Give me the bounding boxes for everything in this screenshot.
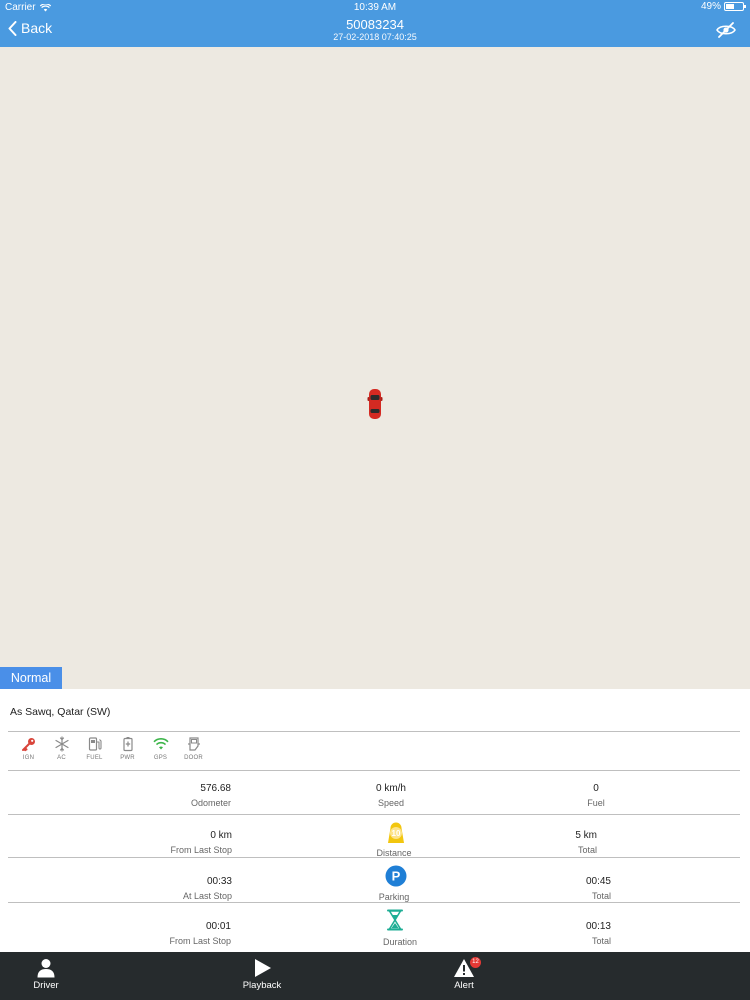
sensor-label: PWR: [120, 755, 135, 761]
odometer-label: Odometer: [190, 798, 231, 808]
duration-from-last-stop-label: From Last Stop: [169, 936, 231, 946]
fuel-value: 0: [593, 783, 599, 794]
tab-playback[interactable]: Playback: [222, 958, 302, 991]
distance-total-cell: 5 km Total: [508, 830, 597, 855]
tab-alert[interactable]: 12 Alert: [424, 957, 504, 991]
speed-label: Speed: [377, 798, 405, 808]
bottom-tab-bar: Driver Playback 12 Alert: [0, 952, 750, 1000]
speed-cell: 0 km/h Speed: [341, 783, 441, 808]
eye-slash-icon: [716, 22, 736, 38]
tab-playback-label: Playback: [242, 980, 282, 991]
fuel-pump-icon: [88, 737, 102, 751]
tab-driver[interactable]: Driver: [6, 958, 86, 991]
parking-icon: P: [385, 865, 407, 887]
odometer-cell: 576.68 Odometer: [128, 783, 231, 808]
sensor-label: AC: [57, 755, 66, 761]
stats-row-parking: 00:33 At Last Stop P Parking 00:45 Total: [8, 861, 740, 905]
parking-badge-text: P: [392, 869, 401, 884]
sensor-door: DOOR: [177, 736, 210, 761]
divider: [8, 857, 740, 858]
sensor-row: IGN AC FUEL PWR GPS DOOR: [12, 736, 210, 761]
duration-from-last-stop-value: 00:01: [205, 921, 231, 932]
duration-label-cell: Duration: [350, 937, 450, 947]
duration-total-value: 00:13: [585, 921, 611, 932]
red-car-icon[interactable]: [367, 388, 383, 420]
distance-10-icon: 10: [388, 822, 404, 843]
tab-alert-label: Alert: [454, 980, 474, 991]
status-tab[interactable]: Normal: [0, 667, 62, 689]
vehicle-timestamp: 27-02-2018 07:40:25: [333, 32, 417, 42]
status-time: 10:39 AM: [353, 2, 397, 13]
speed-value: 0 km/h: [375, 783, 406, 794]
battery-icon: [122, 737, 133, 752]
vehicle-info-panel: As Sawq, Qatar (SW) IGN AC FUEL PWR GPS …: [0, 689, 750, 952]
duration-label: Duration: [382, 937, 418, 947]
distance-from-last-stop-label: From Last Stop: [170, 845, 232, 855]
back-button[interactable]: Back: [8, 20, 52, 36]
hourglass-icon: [387, 909, 403, 931]
odometer-value: 576.68: [200, 783, 231, 794]
duration-from-last-stop-cell: 00:01 From Last Stop: [128, 921, 231, 946]
parking-total-cell: 00:45 Total: [508, 876, 611, 901]
divider: [8, 814, 740, 815]
title-block: 50083234 27-02-2018 07:40:25: [0, 18, 750, 43]
distance-from-last-stop-cell: 0 km From Last Stop: [128, 830, 232, 855]
sensor-gps: GPS: [144, 736, 177, 761]
distance-total-label: Total: [577, 845, 597, 855]
duration-total-cell: 00:13 Total: [508, 921, 611, 946]
distance-from-last-stop-value: 0 km: [210, 830, 232, 841]
battery-percent: 49%: [700, 1, 721, 12]
key-icon: [21, 738, 35, 752]
sensor-pwr: PWR: [111, 736, 144, 761]
nav-header: Carrier 10:39 AM 49% Back 50083234 27-02…: [0, 0, 750, 47]
snowflake-icon: [54, 736, 69, 752]
sensor-label: DOOR: [184, 755, 203, 761]
map-view[interactable]: [0, 47, 750, 689]
distance-badge-text: 10: [392, 829, 401, 838]
distance-total-value: 5 km: [575, 830, 597, 841]
divider: [8, 902, 740, 903]
fuel-label: Fuel: [587, 798, 605, 808]
alert-count-badge: 12: [470, 957, 481, 968]
sensor-fuel: FUEL: [78, 736, 111, 761]
address-text: As Sawq, Qatar (SW): [10, 706, 111, 718]
visibility-toggle-button[interactable]: [716, 22, 736, 43]
play-icon: [255, 959, 271, 977]
parking-at-last-stop-value: 00:33: [206, 876, 232, 887]
sensor-label: GPS: [153, 755, 168, 761]
parking-label-cell: Parking: [344, 892, 444, 902]
divider: [8, 731, 740, 732]
parking-total-value: 00:45: [585, 876, 611, 887]
battery-status: 49%: [700, 1, 746, 12]
driver-person-icon: [37, 959, 55, 978]
vehicle-title: 50083234: [346, 17, 404, 32]
back-label: Back: [21, 20, 53, 36]
parking-at-last-stop-cell: 00:33 At Last Stop: [128, 876, 232, 901]
parking-total-label: Total: [591, 891, 611, 901]
car-door-icon: [187, 737, 200, 751]
stats-row-duration: 00:01 From Last Stop Duration 00:13 Tota…: [8, 905, 740, 949]
parking-label: Parking: [378, 892, 410, 902]
wifi-signal-icon: [152, 738, 169, 750]
duration-total-label: Total: [591, 936, 611, 946]
sensor-label: FUEL: [86, 755, 103, 761]
sensor-ac: AC: [45, 736, 78, 761]
fuel-cell: 0 Fuel: [546, 783, 646, 808]
sensor-ign: IGN: [12, 736, 45, 761]
chevron-left-icon: [8, 20, 17, 36]
parking-at-last-stop-label: At Last Stop: [182, 891, 232, 901]
stats-row-distance: 0 km From Last Stop 10 Distance 5 km Tot…: [8, 817, 740, 861]
sensor-label: IGN: [22, 755, 35, 761]
status-bar: Carrier 10:39 AM 49%: [0, 0, 750, 14]
divider: [8, 770, 740, 771]
tab-driver-label: Driver: [33, 980, 59, 991]
battery-icon: [724, 2, 746, 11]
